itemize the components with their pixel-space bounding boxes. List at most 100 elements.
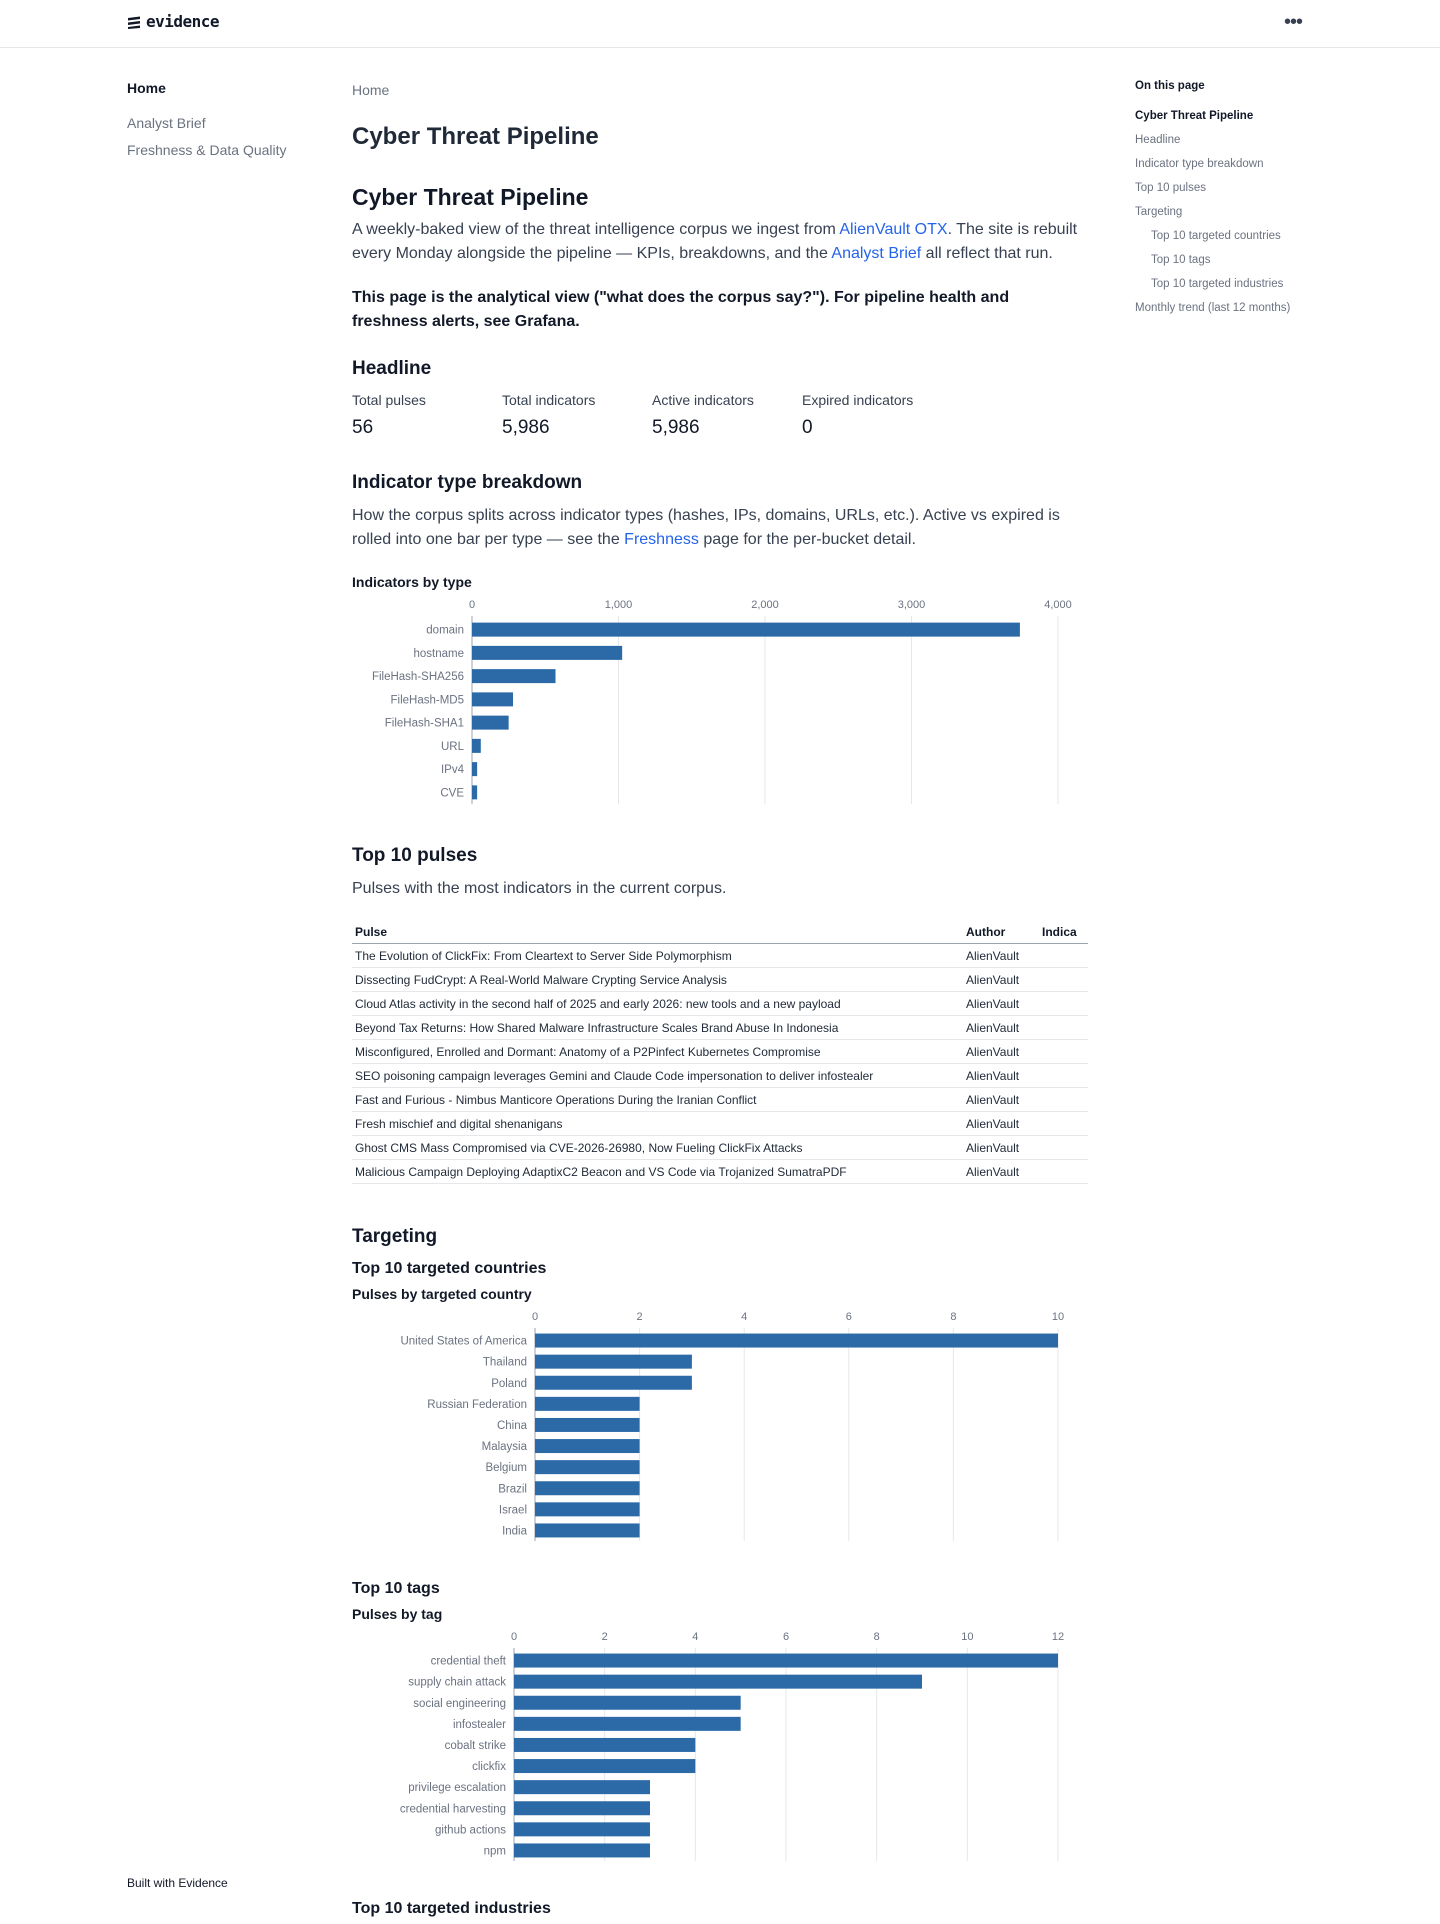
sidebar-item-home[interactable]: Home [127, 80, 327, 96]
bar [535, 1417, 640, 1432]
cell-author: AlienVault [963, 1087, 1039, 1112]
category-label: Israel [499, 1504, 527, 1516]
intro-paragraph: A weekly-baked view of the threat intell… [352, 218, 1088, 266]
countries-chart: 0 2 4 6 8 10 United States of America Thailand P… [400, 1311, 1064, 1541]
bar [514, 1653, 1058, 1668]
bar [535, 1439, 640, 1454]
cell-indicators [1039, 1135, 1088, 1160]
chart-title-tags: Pulses by tag [352, 1606, 443, 1622]
category-label: Malaysia [482, 1441, 528, 1453]
intro-text-1: A weekly-baked view of the threat intell… [352, 221, 840, 238]
bar [514, 1737, 696, 1752]
bar [535, 1354, 692, 1369]
tick-label: 8 [874, 1631, 880, 1643]
bar [535, 1523, 640, 1538]
kpi-row: Total pulses 56 Total indicators 5,986 A… [352, 390, 1088, 440]
countries-heading: Top 10 targeted countries [352, 1260, 547, 1277]
category-label: FileHash-SHA1 [385, 718, 464, 730]
toc-item-monthly-trend[interactable]: Monthly trend (last 12 months) [1135, 301, 1305, 316]
category-label: domain [426, 625, 464, 637]
cell-author: AlienVault [963, 1111, 1039, 1136]
table-row[interactable]: Misconfigured, Enrolled and Dormant: Ana… [352, 1039, 1088, 1064]
kpi-label: Active indicators [652, 392, 754, 408]
industries-heading: Top 10 targeted industries [352, 1900, 551, 1917]
cell-indicators [1039, 1087, 1088, 1112]
column-header-indicators[interactable]: Indica [1039, 921, 1088, 944]
toc-item-countries[interactable]: Top 10 targeted countries [1135, 229, 1305, 244]
kpi-value: 5,986 [502, 417, 550, 438]
bar [535, 1502, 640, 1517]
bar [535, 1375, 692, 1390]
sidebar-item-analyst-brief[interactable]: Analyst Brief [127, 115, 327, 131]
toc-item-indicator-type[interactable]: Indicator type breakdown [1135, 157, 1305, 172]
column-header-author[interactable]: Author [963, 921, 1039, 944]
tick-label: 0 [511, 1631, 517, 1643]
table-row[interactable]: The Evolution of ClickFix: From Cleartex… [352, 943, 1088, 968]
cell-pulse: Malicious Campaign Deploying AdaptixC2 B… [352, 1159, 963, 1184]
table-row[interactable]: Fresh mischief and digital shenanigans Al… [352, 1111, 1088, 1136]
table-row[interactable]: Ghost CMS Mass Compromised via CVE-2026-… [352, 1135, 1088, 1160]
category-label: npm [484, 1845, 506, 1857]
cell-indicators [1039, 967, 1088, 992]
cell-author: AlienVault [963, 943, 1039, 968]
tick-label: 10 [961, 1631, 973, 1643]
tick-label: 4,000 [1044, 599, 1072, 611]
analyst-brief-link[interactable]: Analyst Brief [831, 245, 921, 262]
on-this-page-toc: On this page Cyber Threat Pipeline Headl… [1135, 80, 1305, 325]
alienvault-otx-link[interactable]: AlienVault OTX [839, 221, 947, 238]
toc-item-tags[interactable]: Top 10 tags [1135, 253, 1305, 268]
category-label: credential harvesting [400, 1803, 506, 1815]
cell-indicators [1039, 991, 1088, 1016]
cell-pulse: Beyond Tax Returns: How Shared Malware I… [352, 1015, 963, 1040]
category-label: URL [441, 741, 465, 753]
category-label: FileHash-SHA256 [372, 671, 464, 683]
toc-item-cyber-threat-pipeline[interactable]: Cyber Threat Pipeline [1135, 109, 1305, 124]
bar [535, 1396, 640, 1411]
category-label: clickfix [472, 1761, 506, 1773]
logo[interactable]: evidence [127, 12, 220, 31]
tick-label: 2 [637, 1311, 643, 1323]
table-row[interactable]: Cloud Atlas activity in the second half … [352, 991, 1088, 1016]
cell-author: AlienVault [963, 1015, 1039, 1040]
chart-title-indicators: Indicators by type [352, 574, 472, 590]
category-label: Belgium [485, 1462, 527, 1474]
category-label: github actions [435, 1824, 506, 1836]
toc-title: On this page [1135, 80, 1205, 92]
evidence-logo-icon [128, 16, 140, 29]
toc-item-top-pulses[interactable]: Top 10 pulses [1135, 181, 1305, 196]
pulses-table-body: The Evolution of ClickFix: From Cleartex… [352, 943, 1088, 1184]
cell-indicators [1039, 1039, 1088, 1064]
kpi-label: Total indicators [502, 392, 596, 408]
category-label: CVE [440, 787, 464, 799]
bar [472, 715, 509, 730]
toc-item-industries[interactable]: Top 10 targeted industries [1135, 277, 1305, 292]
tags-heading: Top 10 tags [352, 1580, 440, 1597]
toc-item-headline[interactable]: Headline [1135, 133, 1305, 148]
bar [472, 692, 514, 707]
category-label: United States of America [400, 1336, 527, 1348]
table-row[interactable]: Fast and Furious - Nimbus Manticore Oper… [352, 1087, 1088, 1112]
table-row[interactable]: SEO poisoning campaign leverages Gemini … [352, 1063, 1088, 1088]
tick-label: 6 [783, 1631, 789, 1643]
indicator-type-paragraph: How the corpus splits across indicator t… [352, 504, 1088, 552]
tick-label: 0 [532, 1311, 538, 1323]
built-with-evidence-link[interactable]: Built with Evidence [127, 1876, 228, 1890]
bar [472, 622, 1020, 637]
toc-item-targeting[interactable]: Targeting [1135, 205, 1305, 220]
breadcrumb[interactable]: Home [352, 80, 1088, 100]
bar [514, 1780, 650, 1795]
cell-pulse: Fast and Furious - Nimbus Manticore Oper… [352, 1087, 963, 1112]
column-header-pulse[interactable]: Pulse [352, 921, 963, 944]
bar [472, 738, 481, 753]
sidebar-item-freshness[interactable]: Freshness & Data Quality [127, 142, 327, 158]
more-menu-icon[interactable]: ••• [1284, 12, 1303, 32]
table-row[interactable]: Beyond Tax Returns: How Shared Malware I… [352, 1015, 1088, 1040]
table-row[interactable]: Dissecting FudCrypt: A Real-World Malwar… [352, 967, 1088, 992]
table-row[interactable]: Malicious Campaign Deploying AdaptixC2 B… [352, 1159, 1088, 1184]
table-header-row: Pulse Author Indica [352, 921, 1088, 944]
cell-author: AlienVault [963, 1039, 1039, 1064]
cell-pulse: Ghost CMS Mass Compromised via CVE-2026-… [352, 1135, 963, 1160]
freshness-link[interactable]: Freshness [624, 531, 699, 548]
tick-label: 8 [950, 1311, 956, 1323]
pulses-table-wrapper[interactable]: Pulse Author Indica The Evolution of Cli… [352, 921, 1088, 1184]
